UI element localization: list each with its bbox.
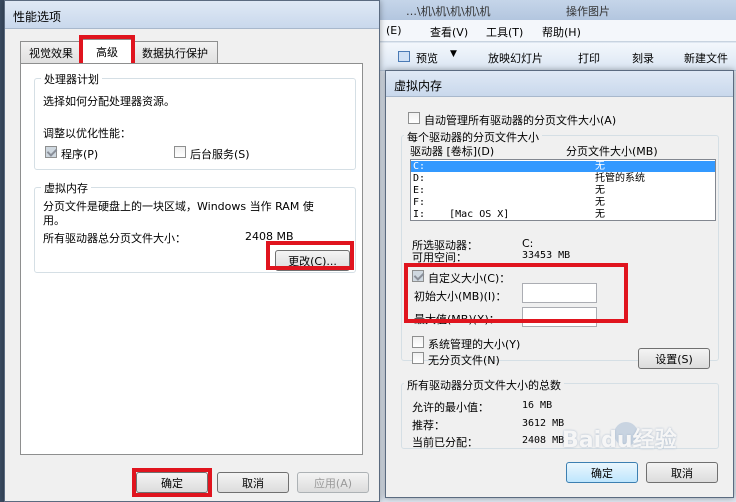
- set-button[interactable]: 设置(S): [638, 348, 710, 369]
- toolbar-preview[interactable]: 预览: [416, 50, 438, 66]
- toolbar-new-folder[interactable]: 新建文件: [684, 50, 728, 66]
- perf-apply-label: 应用(A): [313, 476, 353, 490]
- drive-size: 无: [595, 197, 605, 208]
- services-radio[interactable]: [174, 146, 186, 158]
- drive-size: 无: [595, 161, 605, 172]
- programs-radio[interactable]: [45, 146, 57, 158]
- per-drive-group: 每个驱动器的分页文件大小 驱动器 [卷标](D) 分页文件大小(MB) C: 无…: [401, 129, 719, 369]
- processor-group: 处理器计划 选择如何分配处理器资源。 调整以优化性能： 程序(P) 后台服务(S…: [34, 71, 356, 170]
- recommended-label: 推荐：: [412, 419, 445, 432]
- processor-desc: 选择如何分配处理器资源。: [43, 95, 175, 108]
- processor-legend: 处理器计划: [41, 71, 102, 87]
- menu-help[interactable]: 帮助(H): [542, 24, 581, 40]
- perf-title: 性能选项: [13, 10, 62, 24]
- address-bar-strip: …\机\机\机\机\机 操作图片: [378, 0, 736, 20]
- adjust-label: 调整以优化性能：: [43, 127, 131, 140]
- drive-size: 托管的系统: [595, 173, 645, 184]
- highlight-custom-size: [404, 263, 628, 323]
- toolbar-print[interactable]: 打印: [578, 50, 600, 66]
- no-paging-radio[interactable]: [412, 352, 424, 364]
- perf-titlebar: 性能选项: [5, 1, 379, 29]
- drive-row-c[interactable]: C: 无: [411, 161, 715, 172]
- menu-tools[interactable]: 工具(T): [486, 24, 523, 40]
- drive-letter: C:: [413, 161, 426, 172]
- menu-edit[interactable]: (E): [386, 24, 402, 37]
- programs-label[interactable]: 程序(P): [61, 146, 98, 162]
- toolbar-slideshow[interactable]: 放映幻灯片: [488, 50, 543, 66]
- preview-icon: [398, 51, 410, 62]
- vm-total-label: 所有驱动器总分页文件大小：: [43, 232, 186, 245]
- tab-dep-label: 数据执行保护: [142, 46, 208, 60]
- recommended-value: 3612 MB: [522, 418, 565, 429]
- drive-size: 无: [595, 209, 605, 220]
- drive-row-d[interactable]: D: 托管的系统: [411, 173, 715, 184]
- drive-row-i[interactable]: I: [Mac OS X] 无: [411, 209, 715, 220]
- drive-letter: I: [Mac OS X]: [413, 209, 510, 220]
- vm-desc-line1: 分页文件是硬盘上的一块区域，Windows 当作 RAM 使: [43, 200, 314, 213]
- breadcrumb-tail[interactable]: 操作图片: [566, 3, 610, 19]
- menu-bar: (E) 查看(V) 工具(T) 帮助(H): [378, 20, 736, 42]
- performance-options-window: 性能选项 视觉效果 高级 数据执行保护 处理器计划 选择如何分配处理器资源。 调…: [4, 0, 380, 502]
- drive-letter: D:: [413, 173, 426, 184]
- tab-visual-effects-label: 视觉效果: [29, 46, 73, 60]
- watermark-text: Baidu经验: [562, 428, 677, 453]
- current-allocated-value: 2408 MB: [522, 435, 565, 446]
- perf-cancel-label: 取消: [242, 476, 264, 490]
- selected-drive-value: C:: [522, 237, 534, 250]
- current-allocated-label: 当前已分配：: [412, 436, 478, 449]
- chevron-down-icon[interactable]: ▼: [450, 49, 457, 59]
- no-paging-label[interactable]: 无分页文件(N): [428, 352, 500, 368]
- perf-apply-button[interactable]: 应用(A): [297, 472, 369, 493]
- perf-cancel-button[interactable]: 取消: [217, 472, 289, 493]
- col-drive-header: 驱动器 [卷标](D): [410, 145, 495, 158]
- highlight-ok-button: [132, 468, 212, 497]
- free-space-value: 33453 MB: [522, 250, 571, 261]
- set-button-label: 设置(S): [655, 352, 693, 366]
- vm-title: 虚拟内存: [394, 79, 443, 93]
- breadcrumb-fragment: …\机\机\机\机\机: [406, 5, 491, 18]
- min-allowed-value: 16 MB: [522, 400, 553, 411]
- vm-titlebar: 虚拟内存: [386, 71, 733, 97]
- tab-dep[interactable]: 数据执行保护: [132, 41, 218, 63]
- vm-legend: 虚拟内存: [41, 180, 91, 196]
- system-managed-radio[interactable]: [412, 336, 424, 348]
- vm-desc-line2: 用。: [43, 214, 65, 227]
- baidu-watermark: Baidu经验: [562, 418, 732, 468]
- drive-size: 无: [595, 185, 605, 196]
- drive-list[interactable]: C: 无 D: 托管的系统 E: 无 F: 无 I: [Mac OS X] 无: [410, 159, 716, 221]
- menu-view[interactable]: 查看(V): [430, 24, 468, 40]
- drive-row-e[interactable]: E: 无: [411, 185, 715, 196]
- drive-letter: F:: [413, 197, 426, 208]
- drive-letter: E:: [413, 185, 426, 196]
- col-size-header: 分页文件大小(MB): [566, 145, 658, 158]
- system-managed-label[interactable]: 系统管理的大小(Y): [428, 336, 520, 352]
- command-bar: 预览 ▼ 放映幻灯片 打印 刻录 新建文件: [378, 43, 736, 71]
- services-label[interactable]: 后台服务(S): [190, 146, 250, 162]
- totals-legend: 所有驱动器分页文件大小的总数: [404, 377, 564, 393]
- min-allowed-label: 允许的最小值：: [412, 401, 489, 414]
- toolbar-burn[interactable]: 刻录: [632, 50, 654, 66]
- auto-manage-label[interactable]: 自动管理所有驱动器的分页文件大小(A): [424, 112, 616, 128]
- drive-row-f[interactable]: F: 无: [411, 197, 715, 208]
- highlight-change-button: [266, 241, 354, 270]
- tab-visual-effects[interactable]: 视觉效果: [20, 41, 82, 63]
- auto-manage-checkbox[interactable]: [408, 112, 420, 124]
